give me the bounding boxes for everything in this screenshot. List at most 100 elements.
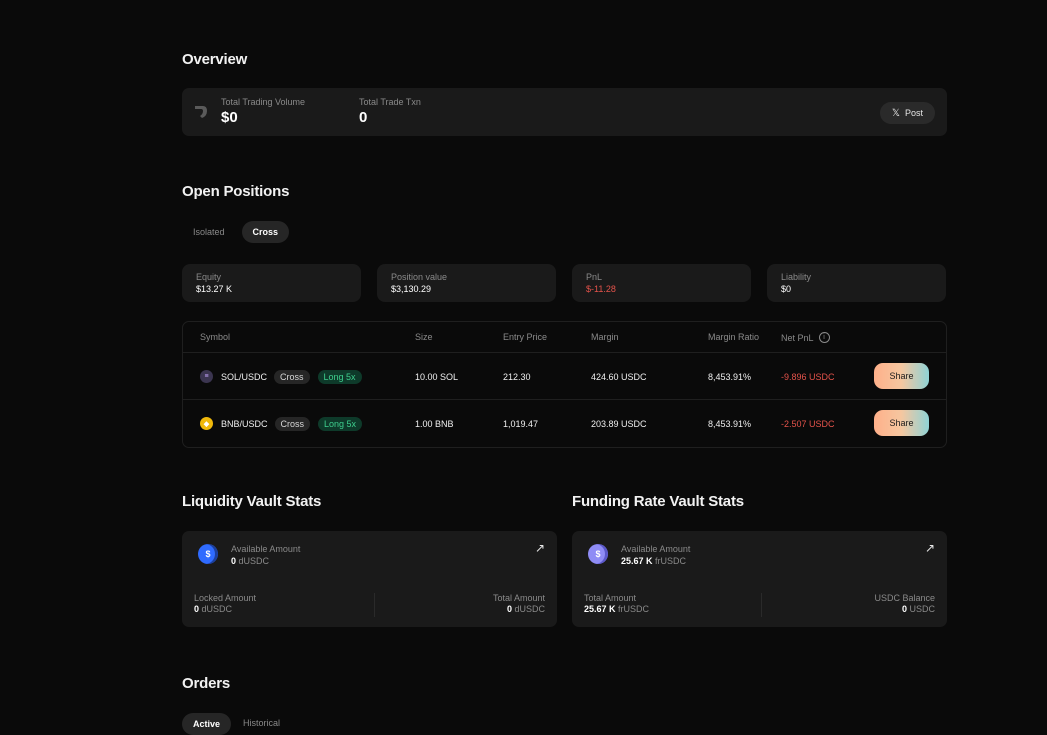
position-value-value: $3,130.29 (391, 284, 432, 294)
total-txn-value: 0 (359, 109, 368, 126)
balance-number: 0 (901, 604, 907, 614)
position-value-label: Position value (391, 272, 448, 282)
balance-label: USDC Balance (874, 593, 935, 603)
symbol-cell: ◆ BNB/USDC Cross Long 5x (200, 400, 363, 447)
size-cell: 1.00 BNB (415, 418, 454, 429)
mode-badge: Cross (274, 369, 310, 384)
available-amount: 0 (231, 556, 237, 566)
balance-unit: USDC (909, 604, 935, 614)
total-volume-label: Total Trading Volume (221, 97, 306, 107)
balance-value: 0 USDC (874, 604, 935, 614)
available-unit: dUSDC (238, 556, 270, 566)
equity-card: Equity $13.27 K (182, 264, 361, 302)
available-label: Available Amount (231, 544, 301, 554)
liquidity-vault-card: $ Available Amount 0 dUSDC ↗ Locked Amou… (182, 531, 557, 627)
col-size: Size (415, 332, 433, 342)
total-amount: Total Amount 25.67 K frUSDC (584, 593, 649, 614)
equity-value: $13.27 K (196, 284, 233, 294)
locked-amount: Locked Amount 0 dUSDC (194, 593, 256, 614)
total-amount: Total Amount 0 dUSDC (493, 593, 545, 614)
pnl-value: $-11.28 (586, 284, 616, 294)
position-mode-tabs: Isolated Cross (182, 221, 290, 243)
pnl-card: PnL $-11.28 (572, 264, 751, 302)
table-row: ≡ SOL/USDC Cross Long 5x 10.00 SOL 212.3… (183, 352, 946, 400)
mode-badge: Cross (274, 416, 311, 431)
total-txn-stat: Total Trade Txn 0 (359, 97, 421, 126)
col-margin-ratio: Margin Ratio (708, 332, 760, 342)
usdc-balance: USDC Balance 0 USDC (874, 593, 935, 614)
overview-card: Total Trading Volume $0 Total Trade Txn … (182, 88, 947, 136)
orders-title: Orders (182, 675, 230, 692)
arrow-up-right-icon[interactable]: ↗ (535, 541, 545, 555)
arrow-up-right-icon[interactable]: ↗ (925, 541, 935, 555)
pnl-label: PnL (586, 272, 603, 282)
x-icon: 𝕏 (891, 107, 900, 119)
tab-historical[interactable]: Historical (237, 713, 291, 733)
solana-icon: ≡ (200, 370, 213, 383)
available-unit: frUSDC (655, 556, 687, 566)
col-net-pnl-label: Net PnL (781, 332, 814, 343)
overview-title: Overview (182, 51, 248, 68)
divider (761, 593, 762, 617)
tab-isolated[interactable]: Isolated (182, 221, 236, 243)
net-pnl-cell: -9.896 USDC (781, 371, 835, 382)
post-button[interactable]: 𝕏 Post (879, 102, 935, 124)
total-txn-label: Total Trade Txn (359, 97, 421, 107)
col-margin: Margin (591, 332, 619, 342)
available-label: Available Amount (621, 544, 691, 554)
tab-cross[interactable]: Cross (241, 221, 290, 243)
total-label: Total Amount (584, 593, 637, 603)
equity-label: Equity (196, 272, 222, 282)
share-button[interactable]: Share (874, 363, 929, 389)
entry-cell: 1,019.47 (503, 418, 539, 429)
locked-value: 0 dUSDC (194, 604, 256, 614)
side-badge: Long 5x (318, 416, 363, 431)
open-positions-title: Open Positions (182, 183, 290, 200)
funding-vault-card: $ Available Amount 25.67 K frUSDC ↗ Tota… (572, 531, 947, 627)
total-unit: dUSDC (514, 604, 545, 614)
liability-card: Liability $0 (767, 264, 946, 302)
table-row: ◆ BNB/USDC Cross Long 5x 1.00 BNB 1,019.… (183, 399, 946, 447)
total-value: 0 dUSDC (493, 604, 545, 614)
available-value: 0 dUSDC (231, 556, 269, 566)
available-value: 25.67 K frUSDC (621, 556, 686, 566)
size-cell: 10.00 SOL (415, 371, 459, 382)
positions-table: Symbol Size Entry Price Margin Margin Ra… (182, 321, 947, 448)
liquidity-vault-title: Liquidity Vault Stats (182, 493, 322, 510)
col-entry-price: Entry Price (503, 332, 548, 342)
total-number: 0 (506, 604, 512, 614)
dusdc-coin-icon: $ (198, 544, 218, 564)
share-button[interactable]: Share (874, 410, 929, 436)
locked-number: 0 (194, 604, 200, 614)
tab-active[interactable]: Active (182, 713, 232, 735)
orders-tabs: Active Historical (182, 713, 291, 735)
position-value-card: Position value $3,130.29 (377, 264, 556, 302)
total-volume-value: $0 (221, 109, 238, 126)
total-number: 25.67 K (584, 604, 616, 614)
frusdc-coin-icon: $ (588, 544, 608, 564)
total-volume-stat: Total Trading Volume $0 (221, 97, 305, 126)
funding-vault-title: Funding Rate Vault Stats (572, 493, 744, 510)
symbol-cell: ≡ SOL/USDC Cross Long 5x (200, 353, 362, 400)
symbol-text: BNB/USDC (221, 418, 268, 429)
total-label: Total Amount (492, 593, 545, 603)
locked-unit: dUSDC (201, 604, 233, 614)
margin-ratio-cell: 8,453.91% (708, 371, 752, 382)
margin-cell: 424.60 USDC (591, 371, 647, 382)
col-symbol: Symbol (200, 332, 231, 342)
margin-cell: 203.89 USDC (591, 418, 647, 429)
total-unit: frUSDC (618, 604, 650, 614)
side-badge: Long 5x (317, 369, 362, 384)
liability-value: $0 (781, 284, 792, 294)
divider (374, 593, 375, 617)
total-value: 25.67 K frUSDC (584, 604, 649, 614)
brand-logo-icon (195, 106, 207, 118)
entry-cell: 212.30 (503, 371, 531, 382)
locked-label: Locked Amount (194, 593, 257, 603)
info-icon[interactable]: i (818, 332, 830, 343)
bnb-icon: ◆ (200, 417, 213, 430)
available-amount: 25.67 K (621, 556, 653, 566)
col-net-pnl: Net PnL i (781, 332, 830, 343)
liability-label: Liability (781, 272, 812, 282)
margin-ratio-cell: 8,453.91% (708, 418, 752, 429)
